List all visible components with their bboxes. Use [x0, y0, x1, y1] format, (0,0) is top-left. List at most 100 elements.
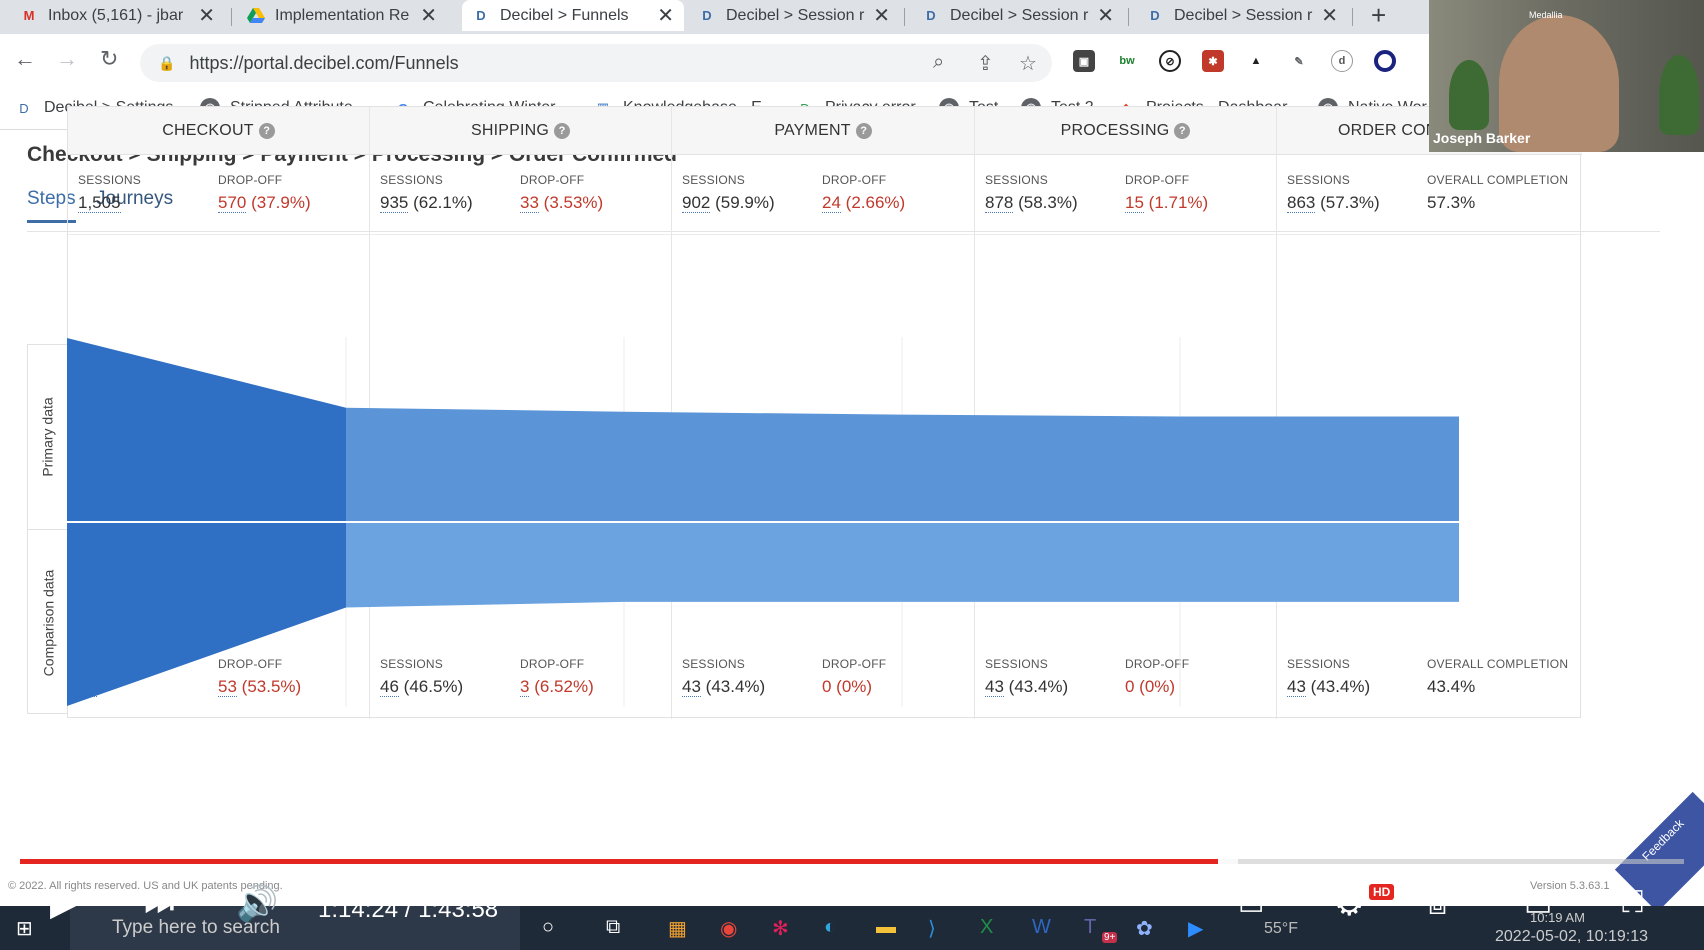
column-header: CHECKOUT?	[68, 107, 369, 155]
comparison-funnel-segment[interactable]	[624, 522, 902, 602]
stat-value[interactable]: 24	[822, 193, 841, 213]
forward-arrow-icon[interactable]: →	[56, 46, 78, 72]
reload-icon[interactable]: ↻	[100, 46, 118, 72]
stat-value[interactable]: 570	[218, 193, 247, 213]
back-arrow-icon[interactable]: ←	[14, 46, 36, 72]
primary-funnel-segment[interactable]	[67, 338, 346, 522]
close-icon[interactable]: ✕	[198, 3, 215, 28]
stat-percent: (3.53%)	[543, 193, 604, 212]
stat-label: DROP-OFF	[1125, 173, 1190, 187]
tab-implementation[interactable]: Implementation Re ✕	[237, 0, 447, 31]
new-tab-button[interactable]: +	[1371, 0, 1386, 30]
subtitles-icon[interactable]: ▭	[1238, 888, 1264, 921]
tab-gmail[interactable]: M Inbox (5,161) - jbar ✕	[10, 0, 225, 31]
eyedropper-icon[interactable]: ✎	[1288, 50, 1310, 72]
store-icon[interactable]: ▦	[668, 916, 687, 941]
close-icon[interactable]: ✕	[873, 3, 890, 28]
stat-value[interactable]: 15	[1125, 193, 1144, 213]
comparison-funnel-segment[interactable]	[67, 522, 346, 706]
tab-separator	[1352, 8, 1353, 26]
stat-value[interactable]: 935	[380, 193, 409, 213]
windows-start-icon[interactable]: ⊞	[16, 916, 33, 941]
theater-mode-icon[interactable]: ▭	[1524, 888, 1552, 923]
close-icon[interactable]: ✕	[657, 3, 674, 28]
comparison-funnel-segment[interactable]	[1180, 522, 1459, 602]
volume-icon[interactable]: 🔊	[236, 884, 278, 924]
decibel-icon: D	[702, 8, 712, 23]
comparison-funnel-segment[interactable]	[346, 522, 624, 608]
help-icon[interactable]: ?	[855, 122, 872, 139]
stat-value[interactable]: 1,505	[78, 193, 121, 213]
extension-icon[interactable]: ▣	[1073, 50, 1095, 72]
settings-gear-icon[interactable]: ⚙	[1334, 884, 1364, 924]
primary-funnel-segment[interactable]	[902, 414, 1180, 522]
video-progress-bar[interactable]	[20, 859, 1218, 864]
stat-label: SESSIONS	[985, 173, 1048, 187]
stat-value-row: 570 (37.9%)	[218, 193, 311, 213]
stat-value[interactable]: 863	[1287, 193, 1316, 213]
extension-icon[interactable]: ⊘	[1159, 50, 1181, 72]
dropoff-stat: DROP-OFF 24 (2.66%)	[822, 173, 905, 213]
word-icon[interactable]: W	[1032, 916, 1051, 939]
hd-badge: HD	[1369, 884, 1395, 900]
help-icon[interactable]: ?	[554, 122, 571, 139]
primary-stats: SESSIONS 902 (59.9%) DROP-OFF 24 (2.66%)	[672, 155, 974, 235]
extension-icon[interactable]: ▲	[1245, 50, 1267, 72]
help-icon[interactable]: ?	[258, 122, 275, 139]
help-icon[interactable]: ?	[1174, 122, 1191, 139]
address-bar[interactable]: 🔒 https://portal.decibel.com/Funnels	[140, 44, 1052, 82]
extension-icon[interactable]	[1374, 50, 1396, 72]
video-time: 1:14:24 / 1:43:58	[318, 896, 499, 923]
tab-title: Decibel > Session r	[726, 6, 865, 24]
tab-separator	[904, 8, 905, 26]
primary-data-label-box: Primary data	[28, 345, 68, 530]
stat-label: SESSIONS	[380, 173, 443, 187]
paint-icon[interactable]: ✿	[1136, 916, 1153, 941]
task-view-icon[interactable]: ⧉	[606, 916, 620, 939]
close-icon[interactable]: ✕	[420, 3, 437, 28]
tab-decibel-funnels[interactable]: D Decibel > Funnels ✕	[462, 0, 684, 31]
extension-icon[interactable]: d	[1331, 50, 1353, 72]
zoom-app-icon[interactable]: ▶	[1188, 916, 1203, 941]
tab-decibel-session-3[interactable]: D Decibel > Session r ✕	[1136, 0, 1348, 31]
stat-value[interactable]: 33	[520, 193, 539, 213]
miniplayer-icon[interactable]: ⧈	[1428, 888, 1447, 922]
teams-icon[interactable]: T	[1084, 916, 1096, 939]
stat-value[interactable]: 902	[682, 193, 711, 213]
tab-decibel-session-2[interactable]: D Decibel > Session r ✕	[912, 0, 1124, 31]
close-icon[interactable]: ✕	[1097, 3, 1114, 28]
edge-icon[interactable]: ◐	[824, 916, 836, 939]
comparison-funnel-segment[interactable]	[902, 522, 1180, 602]
fullscreen-icon[interactable]: ⛶	[1622, 886, 1643, 920]
stat-label: OVERALL COMPLETION	[1427, 173, 1569, 187]
primary-stats: SESSIONS 863 (57.3%) OVERALL COMPLETION 57.…	[1277, 155, 1582, 235]
excel-icon[interactable]: X	[980, 916, 993, 939]
share-icon[interactable]: ⇪	[977, 51, 994, 76]
tab-title: Inbox (5,161) - jbar	[48, 6, 184, 24]
bookmark-star-icon[interactable]: ☆	[1019, 51, 1037, 76]
primary-funnel-segment[interactable]	[1180, 416, 1459, 522]
gmail-icon: M	[23, 8, 35, 23]
extension-icon[interactable]: ✱	[1202, 50, 1224, 72]
slack-icon[interactable]: ✻	[772, 916, 789, 941]
stat-percent: (1.71%)	[1148, 193, 1209, 212]
cortana-icon[interactable]: ○	[542, 916, 554, 939]
weather-text[interactable]: 55°F	[1264, 920, 1298, 938]
drive-icon	[247, 7, 265, 25]
decibel-icon: D	[1150, 8, 1160, 23]
stat-value-row: 24 (2.66%)	[822, 193, 905, 213]
chrome-icon[interactable]: ◉	[720, 916, 737, 941]
url-text: https://portal.decibel.com/Funnels	[189, 52, 459, 73]
tab-decibel-session-1[interactable]: D Decibel > Session r ✕	[688, 0, 900, 31]
builtwith-extension-icon[interactable]: bw	[1116, 50, 1138, 72]
tab-title: Decibel > Session r	[950, 6, 1089, 24]
primary-funnel-segment[interactable]	[624, 411, 902, 522]
stat-value[interactable]: 878	[985, 193, 1014, 213]
primary-funnel-segment[interactable]	[346, 407, 624, 522]
next-icon[interactable]: ⏭	[144, 884, 175, 923]
close-icon[interactable]: ✕	[1321, 3, 1338, 28]
file-explorer-icon[interactable]: ▬	[876, 916, 896, 939]
play-icon[interactable]: ▶	[50, 884, 76, 924]
zoom-icon[interactable]: ⌕	[933, 51, 944, 74]
vscode-icon[interactable]: ⟩	[928, 916, 936, 941]
